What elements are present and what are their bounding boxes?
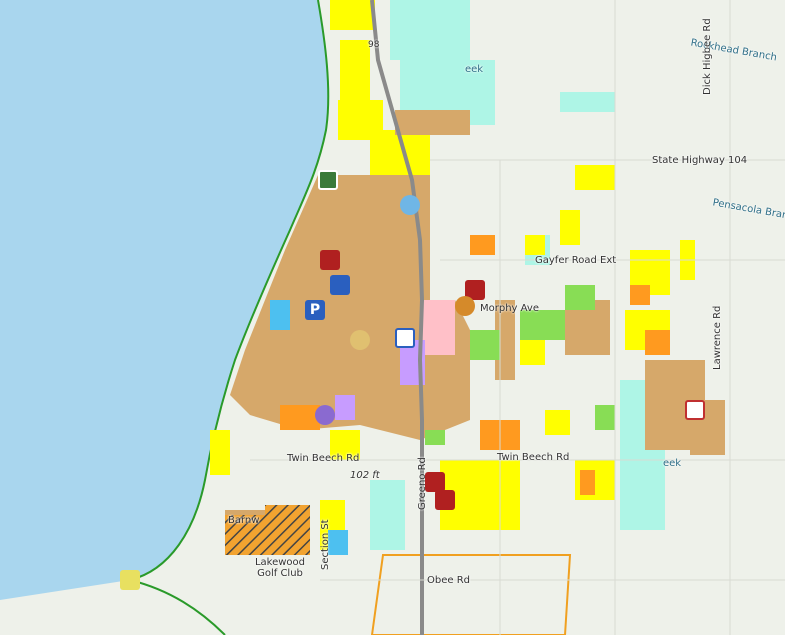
label-gayfer-road-ext: Gayfer Road Ext	[535, 255, 617, 266]
map-viewport[interactable]: Rockhead Branch Dick Higbee Rd State Hig…	[0, 0, 785, 635]
label-spot-elevation: 102 ft	[350, 470, 380, 481]
planning-area-outline	[370, 554, 572, 635]
label-route-98: 98	[368, 40, 380, 50]
label-dick-higbee-rd: Dick Higbee Rd	[702, 18, 713, 95]
label-section-st: Section St	[320, 519, 331, 570]
park-icon[interactable]	[350, 330, 370, 350]
school-icon[interactable]	[320, 250, 340, 270]
library-icon[interactable]	[395, 328, 415, 348]
sports-field-icon[interactable]	[685, 400, 705, 420]
label-obee-rd: Obee Rd	[427, 575, 470, 586]
label-creek-north: eek	[465, 64, 484, 75]
label-lawrence-rd: Lawrence Rd	[712, 305, 723, 370]
label-twin-beech-rd-east: Twin Beech Rd	[497, 452, 570, 463]
school-icon-south[interactable]	[425, 472, 445, 492]
courthouse-icon[interactable]	[455, 296, 475, 316]
beach-icon[interactable]	[120, 570, 140, 590]
label-state-highway-104: State Highway 104	[652, 155, 748, 166]
hospital-icon[interactable]	[315, 405, 335, 425]
label-lakewood-golf-club: Lakewood Golf Club	[254, 557, 306, 579]
label-creek-east: eek	[663, 458, 682, 469]
boat-ramp-icon[interactable]	[318, 170, 338, 190]
map-canvas	[0, 0, 785, 635]
label-barnwell-fragment: Barnw	[228, 515, 260, 526]
water-tower-icon[interactable]	[400, 195, 420, 215]
parking-icon[interactable]: P	[305, 300, 325, 320]
school-icon-south-2[interactable]	[435, 490, 455, 510]
label-twin-beech-rd-west: Twin Beech Rd	[287, 453, 360, 464]
city-hall-icon[interactable]	[330, 275, 350, 295]
label-morphy-ave: Morphy Ave	[480, 303, 539, 314]
